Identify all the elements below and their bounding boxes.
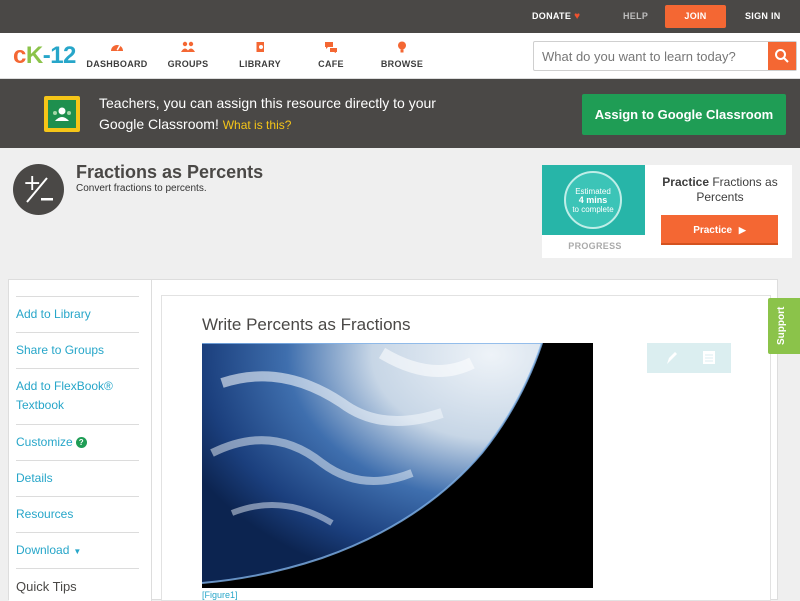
to-complete-label: to complete [572, 205, 614, 214]
figure-caption-link[interactable]: [Figure1] [202, 590, 238, 600]
content-area: Add to Library Share to Groups Add to Fl… [8, 279, 778, 601]
sidebar-item-add-to-library[interactable]: Add to Library [16, 296, 139, 332]
sidebar-item-add-to-flexbook[interactable]: Add to FlexBook® Textbook [16, 368, 139, 424]
nav-library[interactable]: LIBRARY [225, 41, 295, 69]
sidebar-item-label: Resources [16, 507, 74, 521]
join-button[interactable]: JOIN [665, 5, 726, 28]
browse-icon [398, 41, 406, 53]
support-label: Support [776, 306, 787, 345]
sidebar-item-customize[interactable]: Customize? [16, 424, 139, 460]
earth-from-space-image [202, 343, 593, 588]
progress-circle: Estimated 4 mins to complete [564, 171, 622, 229]
chevron-right-icon: ▶ [738, 225, 746, 235]
search-box [533, 41, 797, 71]
article-title: Write Percents as Fractions [202, 315, 411, 334]
donate-label: DONATE [532, 11, 572, 21]
nav-cafe[interactable]: CAFE [296, 41, 366, 69]
concept-title: Fractions as Percents [76, 162, 264, 182]
cafe-icon [325, 42, 337, 53]
sidebar-item-label: Customize [16, 435, 73, 449]
logo-k: K [25, 42, 43, 69]
assign-to-google-classroom-button[interactable]: Assign to Google Classroom [582, 94, 786, 135]
progress-image: Estimated 4 mins to complete [542, 165, 645, 235]
help-icon[interactable]: ? [75, 437, 87, 448]
estimated-minutes: 4 mins [578, 195, 608, 205]
sidebar-item-label: Quick Tips [16, 579, 77, 594]
dashboard-icon [111, 45, 123, 51]
what-is-this-link[interactable]: What is this? [223, 118, 292, 132]
sidebar: Add to Library Share to Groups Add to Fl… [9, 280, 152, 601]
nav-label: DASHBOARD [86, 59, 148, 69]
google-classroom-icon [44, 96, 80, 132]
sidebar-item-share-to-groups[interactable]: Share to Groups [16, 332, 139, 368]
sidebar-item-label: Add to FlexBook® Textbook [16, 379, 113, 412]
annotation-tools [647, 343, 731, 373]
sidebar-item-label: Download [16, 543, 70, 557]
nav-label: CAFE [318, 59, 344, 69]
nav-groups[interactable]: GROUPS [153, 41, 223, 69]
sidebar-item-label: Details [16, 471, 53, 485]
library-icon [255, 42, 264, 52]
practice-bold: Practice [662, 175, 709, 189]
main-nav: cK-12 DASHBOARD GROUPS LIBRARY CAFE BROW… [0, 33, 800, 79]
progress-label: PROGRESS [568, 241, 622, 251]
practice-button-label: Practice [693, 225, 733, 236]
practice-heading: Practice Fractions as Percents [654, 175, 786, 205]
support-tab[interactable]: Support [768, 298, 800, 354]
groups-icon [181, 41, 195, 52]
nav-browse[interactable]: BROWSE [367, 41, 437, 69]
ck12-logo[interactable]: cK-12 [13, 43, 76, 69]
sign-in-link[interactable]: SIGN IN [745, 0, 781, 33]
help-link[interactable]: HELP [623, 0, 648, 33]
logo-c: c [13, 42, 26, 69]
pencil-icon[interactable] [667, 352, 677, 364]
article: Write Percents as Fractions [Figure1] [161, 295, 771, 601]
practice-topic: Fractions as Percents [696, 175, 778, 204]
sidebar-item-resources[interactable]: Resources [16, 496, 139, 532]
heart-icon: ♥ [574, 11, 581, 22]
nav-label: GROUPS [167, 59, 209, 69]
sidebar-item-details[interactable]: Details [16, 460, 139, 496]
nav-dashboard[interactable]: DASHBOARD [82, 41, 152, 69]
practice-button[interactable]: Practice ▶ [661, 215, 778, 245]
search-input[interactable] [534, 42, 769, 70]
nav-label: LIBRARY [239, 59, 281, 69]
top-bar: DONATE ♥ HELP JOIN SIGN IN [0, 0, 800, 33]
donate-link[interactable]: DONATE ♥ [532, 0, 580, 33]
quick-tips-heading: Quick Tips [16, 568, 139, 601]
search-button[interactable] [768, 42, 796, 70]
search-icon [775, 49, 789, 63]
notes-icon[interactable] [703, 351, 715, 364]
sidebar-item-label: Add to Library [16, 307, 91, 321]
concept-subtitle: Convert fractions to percents. [76, 183, 207, 194]
logo-12: -12 [42, 42, 77, 69]
sidebar-item-download[interactable]: Download ▼ [16, 532, 139, 568]
sidebar-item-label: Share to Groups [16, 343, 105, 357]
practice-card: Estimated 4 mins to complete PROGRESS Pr… [542, 165, 792, 258]
svg-text:+: + [23, 171, 41, 196]
nav-label: BROWSE [380, 59, 424, 69]
banner-message: Teachers, you can assign this resource d… [99, 93, 459, 136]
fractions-icon: + [13, 164, 64, 215]
classroom-banner: Teachers, you can assign this resource d… [0, 79, 800, 148]
caret-down-icon: ▼ [73, 547, 82, 556]
